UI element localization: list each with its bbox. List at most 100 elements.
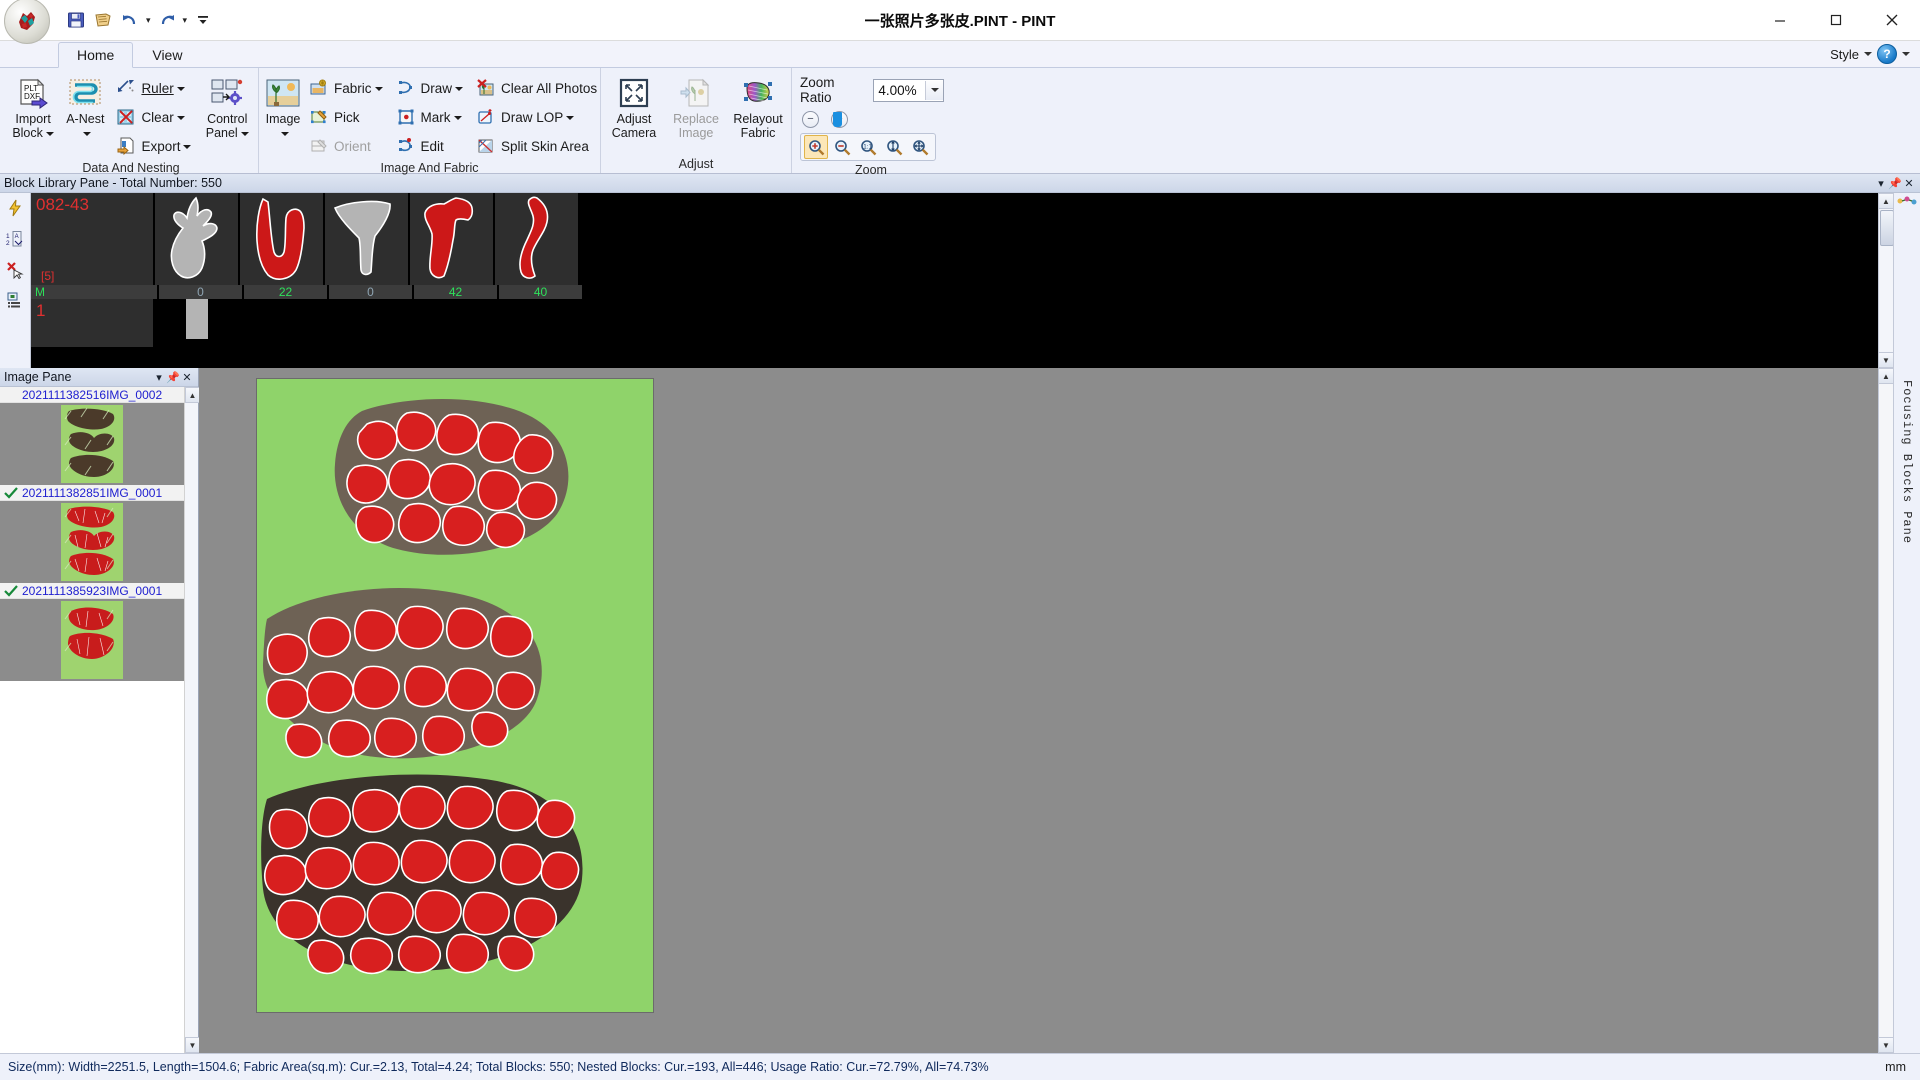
delete-icon[interactable] [3, 259, 27, 281]
image-scroll-track[interactable] [185, 403, 198, 1037]
image-thumbnail[interactable] [0, 403, 184, 485]
block-library-scroll-thumb[interactable] [1880, 210, 1894, 246]
print-button[interactable] [91, 8, 115, 32]
chevron-down-icon[interactable] [566, 115, 575, 120]
focusing-blocks-pane[interactable]: Focusing Blocks Pane [1893, 368, 1920, 1053]
image-checkmark[interactable] [0, 584, 22, 597]
tab-home[interactable]: Home [58, 42, 134, 68]
zoom-actual-size-button[interactable]: 1:1 [856, 135, 880, 159]
chevron-down-icon[interactable] [176, 86, 185, 91]
clear-all-photos-button[interactable]: Clear All Photos [472, 74, 604, 102]
chevron-down-icon[interactable] [374, 86, 383, 91]
pick-button[interactable]: Pick [305, 103, 390, 131]
a-nest-button[interactable]: A-Nest [60, 73, 110, 141]
block-cell-5[interactable] [495, 193, 580, 285]
minimize-button[interactable] [1752, 0, 1808, 40]
fabric-button[interactable]: Fabric [305, 74, 390, 102]
image-thumbnail[interactable] [0, 501, 184, 583]
control-panel-button[interactable]: Control Panel [200, 73, 254, 141]
draw-button[interactable]: Draw [392, 74, 471, 102]
image-pane-close-icon[interactable]: ✕ [180, 370, 194, 384]
undo-dropdown[interactable]: ▾ [145, 15, 152, 26]
block-library-scrollbar[interactable]: ▲ ▼ [1878, 193, 1894, 368]
focus-icon[interactable] [1896, 195, 1918, 207]
mark-button[interactable]: Mark [392, 103, 471, 131]
chevron-down-icon[interactable] [453, 115, 462, 120]
block-library-chevron-down-icon[interactable]: ▾ [1874, 176, 1888, 190]
import-block-button[interactable]: PLT DXF Import Block [8, 73, 58, 141]
help-chevron-down-icon[interactable] [1902, 52, 1910, 56]
image-scroll-up-button[interactable]: ▲ [185, 387, 200, 403]
redo-dropdown[interactable]: ▾ [182, 15, 189, 26]
list-item[interactable]: 2021111385923IMG_0001 [0, 583, 184, 681]
adjust-camera-button[interactable]: Adjust Camera [605, 73, 663, 141]
tab-view[interactable]: View [133, 42, 201, 67]
block-cell-row2-1[interactable] [155, 299, 238, 347]
maximize-button[interactable] [1808, 0, 1864, 40]
zoom-ratio-combo[interactable]: 4.00% [873, 78, 944, 102]
chevron-down-icon[interactable] [176, 115, 185, 120]
zoom-fit-height-button[interactable] [882, 135, 906, 159]
help-button[interactable]: ? [1877, 44, 1897, 64]
block-library-scroll-track[interactable] [1879, 209, 1894, 352]
chevron-down-icon[interactable] [45, 131, 54, 136]
zoom-slider-thumb[interactable] [833, 112, 842, 127]
list-icon[interactable] [3, 290, 27, 312]
sort-icon[interactable]: 1 2 A [3, 228, 27, 250]
zoom-fit-all-button[interactable] [908, 135, 932, 159]
block-library-row-header[interactable]: 082-43 [5] [31, 193, 155, 285]
block-cell-4[interactable] [410, 193, 495, 285]
photo-workpiece[interactable] [256, 378, 654, 1013]
image-scroll-down-button[interactable]: ▼ [185, 1037, 200, 1053]
chevron-down-icon[interactable] [280, 131, 289, 136]
image-pane-scrollbar[interactable]: ▲ ▼ [184, 387, 200, 1053]
lightning-icon[interactable] [3, 197, 27, 219]
block-cell-2[interactable] [240, 193, 325, 285]
save-button[interactable] [64, 8, 88, 32]
chevron-down-icon[interactable] [1864, 52, 1872, 56]
app-menu-orb[interactable] [4, 0, 50, 44]
chevron-down-icon[interactable] [240, 131, 249, 136]
list-item[interactable]: 2021111382851IMG_0001 [0, 485, 184, 583]
zoom-in-button[interactable] [804, 135, 828, 159]
image-checkmark[interactable] [0, 486, 22, 499]
chevron-down-icon[interactable] [455, 86, 464, 91]
block-cell-3[interactable] [325, 193, 410, 285]
canvas-scroll-up-button[interactable]: ▲ [1878, 368, 1893, 384]
image-button[interactable]: Image [263, 73, 303, 141]
image-list[interactable]: 2021111382516IMG_0002 2021111382851IMG_0… [0, 387, 184, 1053]
image-pane-pin-icon[interactable]: 📌 [166, 370, 180, 384]
canvas-vertical-scrollbar[interactable]: ▲ ▼ [1878, 368, 1893, 1053]
block-library-row2-header[interactable]: 1 [31, 299, 155, 347]
block-library-close-icon[interactable]: ✕ [1902, 176, 1916, 190]
block-cell-1[interactable] [155, 193, 240, 285]
redo-button[interactable] [155, 8, 179, 32]
list-item[interactable]: 2021111382516IMG_0002 [0, 387, 184, 485]
undo-button[interactable] [118, 8, 142, 32]
block-library-pin-icon[interactable]: 📌 [1888, 176, 1902, 190]
zoom-ratio-dropdown-button[interactable] [925, 80, 943, 100]
draw-lop-button[interactable]: Draw LOP [472, 103, 604, 131]
scroll-down-button[interactable]: ▼ [1878, 352, 1894, 368]
image-thumbnail[interactable] [0, 599, 184, 681]
chevron-down-icon[interactable] [183, 144, 192, 149]
export-button[interactable]: Export [112, 132, 198, 160]
relayout-fabric-button[interactable]: Relayout Fabric [729, 73, 787, 141]
zoom-slider[interactable]: − + [796, 107, 852, 130]
close-button[interactable] [1864, 0, 1920, 40]
block-library-grid[interactable]: 082-43 [5] M 0 22 0 42 40 1 [31, 193, 1878, 368]
image-pane-chevron-down-icon[interactable]: ▾ [152, 370, 166, 384]
scroll-up-button[interactable]: ▲ [1878, 193, 1894, 209]
clear-button[interactable]: Clear [112, 103, 198, 131]
zoom-out-button[interactable] [830, 135, 854, 159]
customize-toolbar-button[interactable] [191, 8, 215, 32]
edit-button[interactable]: Edit [392, 132, 471, 160]
zoom-slider-minus-button[interactable]: − [802, 111, 819, 128]
canvas-scroll-down-button[interactable]: ▼ [1878, 1037, 1893, 1053]
ruler-button[interactable]: Ruler [112, 74, 198, 102]
chevron-down-icon[interactable] [82, 131, 91, 136]
style-label[interactable]: Style [1830, 47, 1859, 62]
split-skin-area-button[interactable]: Split Skin Area [472, 132, 604, 160]
nesting-canvas[interactable] [199, 368, 1878, 1053]
canvas-scroll-track[interactable] [1879, 384, 1893, 1037]
